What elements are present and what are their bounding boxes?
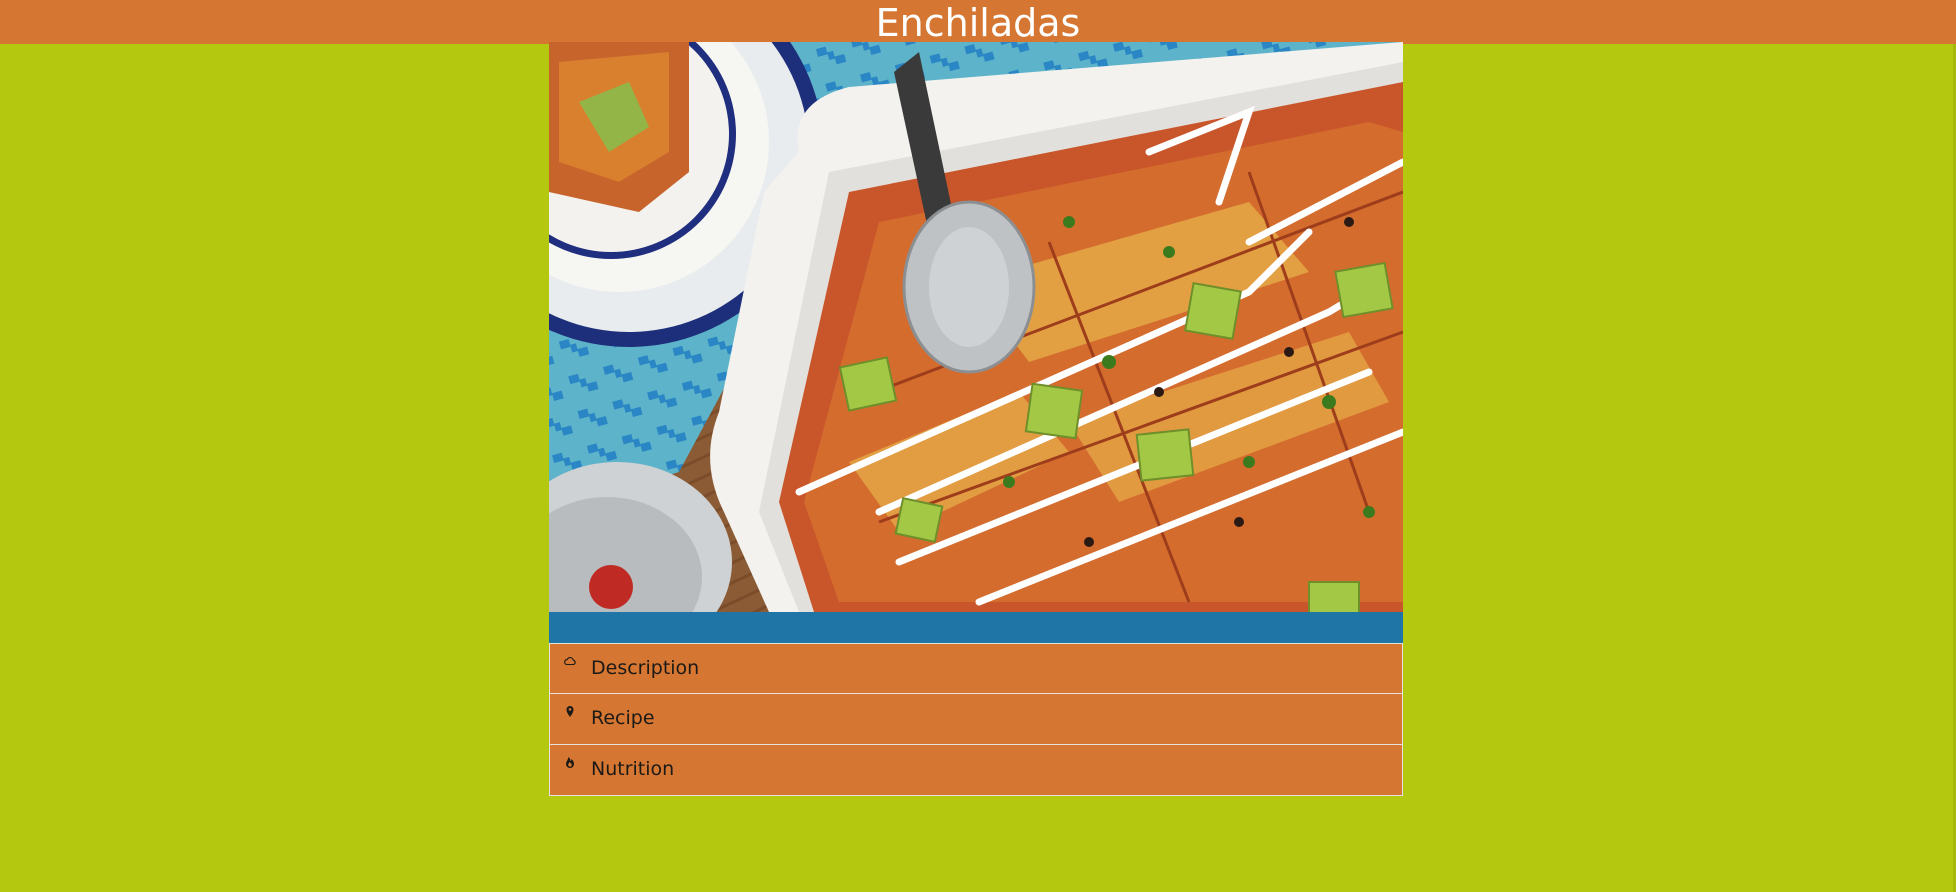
title-bar: Enchiladas: [0, 0, 1956, 45]
map-pin-icon: [566, 706, 574, 717]
accent-bar: [549, 612, 1403, 643]
menu-item-label: Nutrition: [591, 758, 675, 780]
menu-item-description[interactable]: Description: [549, 643, 1403, 694]
menu-item-nutrition[interactable]: Nutrition: [549, 745, 1403, 796]
page-title: Enchiladas: [875, 1, 1081, 45]
menu-item-label: Recipe: [591, 707, 655, 729]
cloud-icon: [564, 657, 576, 666]
recipe-menu: Description Recipe Nutrition: [549, 643, 1403, 796]
menu-item-label: Description: [591, 657, 700, 679]
flame-icon: [566, 757, 574, 768]
enchiladas-photo: [549, 42, 1403, 612]
menu-item-recipe[interactable]: Recipe: [549, 694, 1403, 745]
